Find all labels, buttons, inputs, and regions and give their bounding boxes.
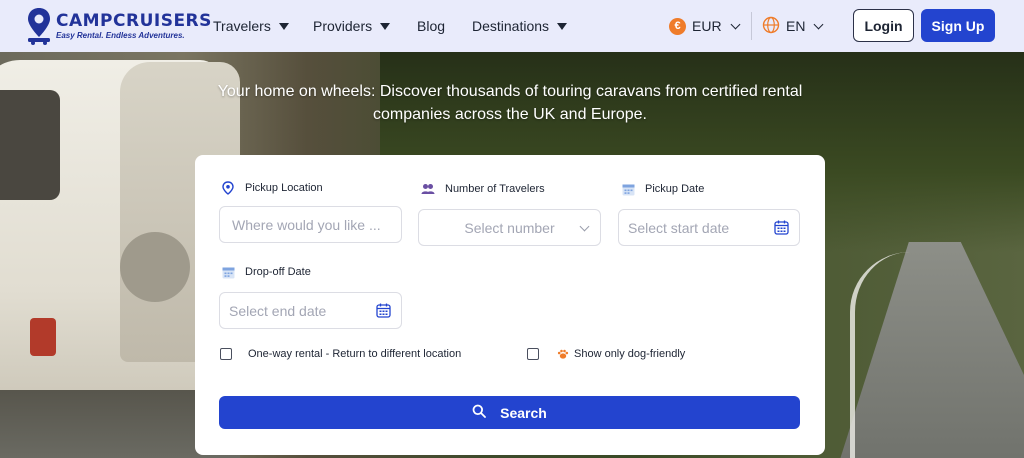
caret-down-icon	[380, 22, 391, 30]
one-way-label: One-way rental - Return to different loc…	[248, 348, 462, 360]
search-button[interactable]: Search	[219, 396, 800, 429]
nav-providers-label: Providers	[313, 18, 373, 34]
euro-coin-icon: €	[669, 17, 686, 35]
nav-destinations-label: Destinations	[472, 18, 550, 34]
one-way-rental-option[interactable]: One-way rental - Return to different loc…	[220, 348, 461, 360]
one-way-checkbox[interactable]	[220, 348, 232, 360]
header-divider	[751, 12, 752, 40]
caret-down-icon	[557, 22, 568, 30]
hero-section: Your home on wheels: Discover thousands …	[0, 52, 1024, 458]
globe-icon	[762, 16, 780, 37]
dog-icon	[557, 349, 569, 360]
top-navbar: CAMPCRUISERS Easy Rental. Endless Advent…	[0, 0, 1024, 52]
search-card: Pickup Location Where would you like ...…	[195, 155, 825, 455]
search-icon	[472, 404, 487, 421]
nav-travelers[interactable]: Travelers	[213, 0, 289, 52]
users-icon	[421, 182, 435, 196]
chevron-down-icon	[579, 221, 590, 232]
travelers-text: Number of Travelers	[445, 183, 545, 195]
caravan-wheel	[120, 232, 190, 302]
dropoff-date-input[interactable]: Select end date	[219, 292, 402, 329]
hero-tagline: Your home on wheels: Discover thousands …	[180, 80, 840, 126]
chevron-down-icon	[730, 19, 741, 29]
nav-providers[interactable]: Providers	[313, 0, 391, 52]
nav-destinations[interactable]: Destinations	[472, 0, 568, 52]
brand-tagline: Easy Rental. Endless Adventures.	[56, 30, 185, 40]
nav-travelers-label: Travelers	[213, 18, 271, 34]
pickup-date-placeholder: Select start date	[628, 219, 730, 236]
caravan-window	[0, 90, 60, 200]
pickup-location-input[interactable]: Where would you like ...	[219, 206, 402, 243]
travelers-select[interactable]: Select number	[418, 209, 601, 246]
dog-friendly-option[interactable]: Show only dog-friendly	[527, 348, 685, 360]
location-pin-icon	[221, 181, 235, 195]
language-selector[interactable]: EN	[762, 0, 824, 52]
dropoff-date-text: Drop-off Date	[245, 266, 311, 278]
dog-friendly-label: Show only dog-friendly	[574, 348, 686, 360]
nav-blog-label: Blog	[417, 18, 446, 34]
dropoff-date-label: Drop-off Date	[221, 265, 311, 279]
hero-tagline-line2: companies across the UK and Europe.	[373, 106, 647, 123]
logo[interactable]: CAMPCRUISERS Easy Rental. Endless Advent…	[26, 7, 212, 45]
calendar-icon	[221, 265, 235, 279]
calendar-icon[interactable]	[774, 220, 789, 238]
map-pin-caravan-icon	[26, 7, 52, 45]
currency-selector[interactable]: € EUR	[669, 0, 741, 52]
calendar-icon	[621, 182, 635, 196]
dropoff-date-placeholder: Select end date	[229, 302, 327, 319]
hero-tagline-line1: Your home on wheels: Discover thousands …	[217, 83, 803, 100]
pickup-date-label: Pickup Date	[621, 182, 704, 196]
pickup-location-label: Pickup Location	[221, 181, 323, 195]
nav-blog[interactable]: Blog	[417, 0, 445, 52]
login-button[interactable]: Login	[853, 9, 914, 42]
currency-label: EUR	[692, 18, 722, 34]
pickup-location-text: Pickup Location	[245, 182, 323, 194]
language-label: EN	[786, 18, 806, 34]
travelers-label: Number of Travelers	[421, 182, 545, 196]
brand-name: CAMPCRUISERS	[56, 10, 212, 31]
caravan-tail-light	[30, 318, 56, 356]
signup-button[interactable]: Sign Up	[921, 9, 995, 42]
road-line	[850, 252, 930, 458]
pickup-date-text: Pickup Date	[645, 183, 705, 195]
calendar-icon[interactable]	[376, 303, 391, 321]
caret-down-icon	[278, 22, 289, 30]
chevron-down-icon	[814, 19, 824, 29]
search-button-label: Search	[500, 404, 547, 421]
travelers-select-value: Select number	[464, 219, 555, 236]
pickup-date-input[interactable]: Select start date	[618, 209, 800, 246]
dog-friendly-checkbox[interactable]	[527, 348, 539, 360]
